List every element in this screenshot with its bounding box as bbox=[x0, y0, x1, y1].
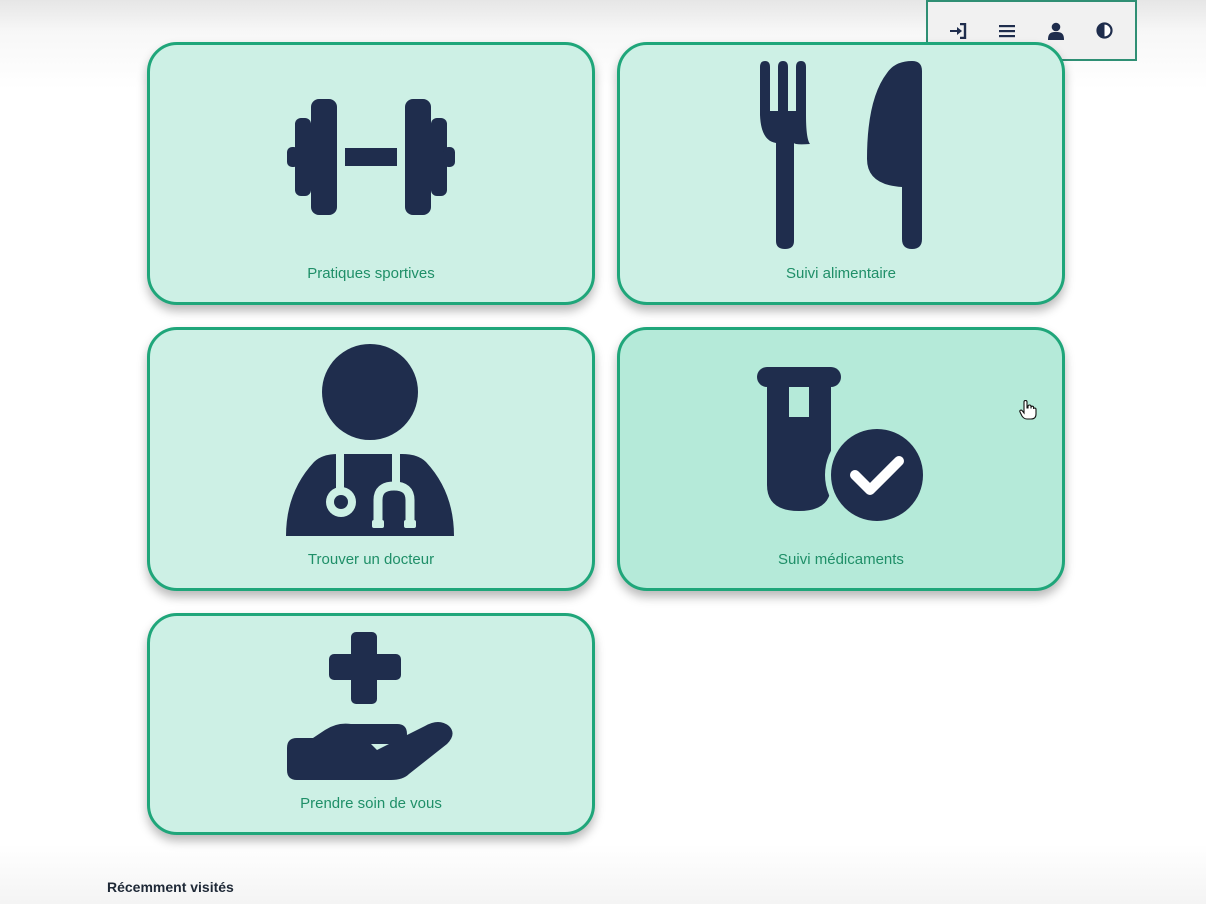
dumbbell-icon bbox=[287, 98, 455, 215]
contrast-button[interactable] bbox=[1087, 13, 1123, 49]
card-suivi-medicaments[interactable]: Suivi médicaments bbox=[617, 327, 1065, 591]
card-label: Suivi médicaments bbox=[778, 551, 904, 568]
utensils-icon bbox=[760, 60, 922, 249]
card-label: Trouver un docteur bbox=[307, 551, 435, 568]
vial-check-icon bbox=[757, 367, 925, 523]
contrast-icon bbox=[1096, 22, 1113, 39]
card-label: Pratiques sportives bbox=[307, 265, 435, 282]
menu-icon bbox=[999, 24, 1016, 37]
card-label: Prendre soin de vous bbox=[300, 795, 442, 812]
sign-in-icon bbox=[950, 22, 967, 39]
user-icon bbox=[1047, 22, 1064, 40]
card-suivi-alimentaire[interactable]: Suivi alimentaire bbox=[617, 42, 1065, 305]
card-trouver-un-docteur[interactable]: Trouver un docteur bbox=[147, 327, 595, 591]
card-prendre-soin-de-vous[interactable]: Prendre soin de vous bbox=[147, 613, 595, 835]
card-label: Suivi alimentaire bbox=[785, 265, 897, 282]
bottom-shadow bbox=[0, 844, 1206, 904]
hand-cursor-icon bbox=[1019, 400, 1037, 420]
hand-care-icon bbox=[287, 632, 453, 780]
card-pratiques-sportives[interactable]: Pratiques sportives bbox=[147, 42, 595, 305]
doctor-icon bbox=[286, 344, 454, 536]
recent-section-title: Récemment visités bbox=[107, 879, 234, 895]
